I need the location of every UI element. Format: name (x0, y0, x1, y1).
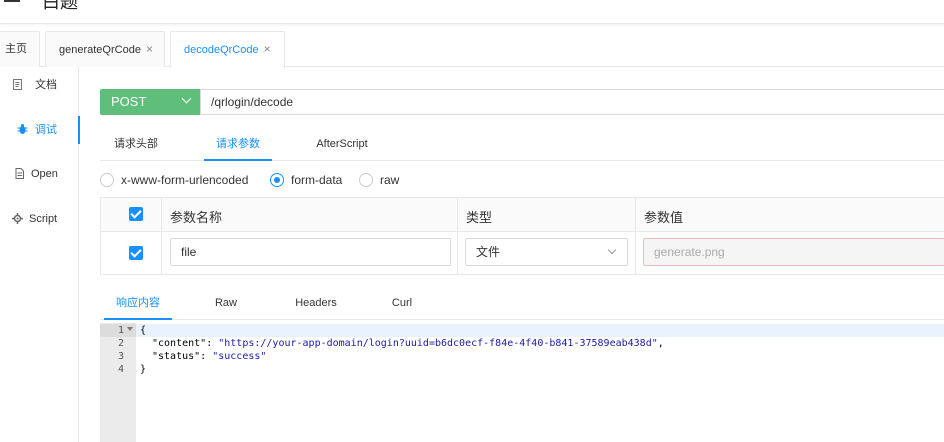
fold-toggle-icon[interactable] (127, 327, 133, 331)
radio-urlencoded[interactable]: x-www-form-urlencoded (100, 171, 265, 189)
radio-label: x-www-form-urlencoded (121, 173, 249, 187)
close-icon[interactable]: × (146, 42, 153, 56)
sidebar-item-script[interactable]: Script (0, 205, 79, 233)
radio-circle[interactable] (100, 173, 114, 187)
column-header-type: 类型 (466, 210, 493, 225)
table-header-row: 参数名称 类型 参数值 (101, 198, 944, 232)
tab-afterscript[interactable]: AfterScript (308, 128, 376, 161)
tab-home[interactable]: 主页 (0, 31, 40, 67)
json-key: "status" (152, 351, 201, 362)
row-type-cell: 文件 (458, 232, 636, 275)
url-input[interactable]: /qrlogin/decode (200, 89, 944, 115)
line-number: 3 (117, 351, 124, 362)
sidebar-item-label: Open (31, 168, 58, 180)
page-tabs: 主页 generateQrCode × decodeQrCode × (0, 31, 944, 68)
code-line-2: "content": "https://your-app-domain/logi… (152, 337, 664, 350)
line-number: 1 (117, 325, 124, 336)
sidebar: 文档 调试 Open Script (0, 67, 80, 442)
tab-request-headers[interactable]: 请求头部 (104, 128, 168, 161)
tab-label: 主页 (5, 43, 27, 55)
bug-icon (17, 124, 28, 134)
header-type-cell: 类型 (458, 198, 636, 231)
method-select[interactable]: POST (100, 89, 200, 115)
json-colon: : (200, 351, 213, 362)
radio-form-data[interactable]: form-data (270, 171, 360, 189)
sidebar-item-label: Script (29, 213, 58, 225)
line-number: 2 (117, 338, 124, 349)
param-value-file-input[interactable]: generate.png (643, 238, 944, 266)
sidebar-item-debug[interactable]: 调试 (0, 116, 80, 144)
tab-label: decodeQrCode (184, 44, 259, 56)
row-checkbox[interactable] (129, 246, 143, 260)
sidebar-item-label: 文档 (35, 79, 57, 91)
radio-circle[interactable] (359, 173, 373, 187)
response-tabs: 响应内容 Raw Headers Curl (100, 287, 944, 320)
json-key: "content" (152, 338, 207, 349)
close-icon[interactable]: × (264, 42, 271, 56)
menu-icon[interactable] (4, 0, 20, 6)
code-brace: { (140, 325, 147, 336)
sidebar-item-docs[interactable]: 文档 (0, 71, 79, 99)
tab-headers[interactable]: Headers (286, 287, 346, 320)
radio-circle[interactable] (270, 173, 284, 187)
code-brace: } (140, 364, 147, 375)
json-string-value: "success" (212, 351, 267, 362)
json-colon: : (206, 338, 219, 349)
sidebar-item-label: 调试 (35, 124, 57, 136)
radio-label: raw (380, 173, 400, 187)
request-tabs: 请求头部 请求参数 AfterScript (100, 128, 944, 161)
code-icon (12, 213, 23, 224)
response-editor[interactable]: 1 2 3 4 { "content": "https://your-app-d… (100, 323, 944, 442)
row-value-cell: generate.png (636, 232, 944, 275)
param-type-value: 文件 (476, 245, 501, 259)
chevron-down-icon (607, 245, 617, 255)
header-value-cell: 参数值 (636, 198, 944, 231)
params-table: 参数名称 类型 参数值 file 文件 generate.png (100, 197, 944, 275)
table-row: file 文件 generate.png (101, 232, 944, 275)
file-icon (15, 168, 24, 179)
code-line-1: { (140, 324, 146, 337)
document-icon (13, 79, 22, 90)
line-number: 4 (117, 364, 124, 375)
tab-generateqrcode[interactable]: generateQrCode × (45, 31, 165, 67)
row-checkbox-cell (101, 232, 162, 275)
header-checkbox-cell (101, 198, 162, 231)
sidebar-item-open[interactable]: Open (0, 160, 79, 188)
header-title: 白题 (42, 0, 78, 12)
column-header-value: 参数值 (644, 210, 684, 225)
param-name-input[interactable]: file (170, 238, 451, 266)
json-comma: , (657, 338, 664, 349)
tab-decodeqrcode[interactable]: decodeQrCode × (170, 31, 285, 68)
chevron-down-icon (181, 93, 192, 104)
tab-response-content[interactable]: 响应内容 (104, 287, 172, 320)
code-line-4: } (140, 363, 146, 376)
tab-label: generateQrCode (59, 44, 141, 56)
row-name-cell: file (162, 232, 458, 275)
radio-label: form-data (291, 173, 343, 187)
param-type-select[interactable]: 文件 (465, 238, 628, 266)
column-header-name: 参数名称 (170, 210, 223, 225)
top-header: 白题 (0, 0, 944, 24)
json-string-value: "https://your-app-domain/login?uuid=b6dc… (218, 338, 658, 349)
header-name-cell: 参数名称 (162, 198, 458, 231)
tab-curl[interactable]: Curl (384, 287, 420, 320)
select-all-checkbox[interactable] (129, 207, 143, 221)
radio-raw[interactable]: raw (359, 171, 409, 189)
method-value: POST (111, 94, 147, 109)
tab-request-params[interactable]: 请求参数 (204, 128, 272, 161)
tab-raw[interactable]: Raw (204, 287, 248, 320)
active-line-highlight (100, 324, 944, 337)
code-line-3: "status": "success" (152, 350, 266, 363)
